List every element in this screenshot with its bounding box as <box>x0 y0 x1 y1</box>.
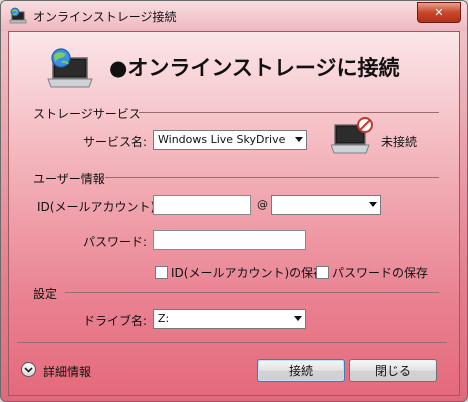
details-label[interactable]: 詳細情報 <box>43 363 91 380</box>
save-password-label[interactable]: パスワードの保存 <box>332 264 428 281</box>
save-id-label[interactable]: ID(メールアカウント)の保存 <box>171 264 325 281</box>
drive-name-select[interactable]: Z: <box>153 309 306 329</box>
drive-name-label: ドライブ名: <box>83 314 148 328</box>
window-title: オンラインストレージ接続 <box>33 10 177 24</box>
chevron-down-icon <box>369 202 377 207</box>
footer-divider <box>17 342 447 343</box>
chevron-down-icon <box>24 366 33 373</box>
service-name-label: サービス名: <box>83 135 148 149</box>
computer-disconnected-icon <box>331 117 373 154</box>
password-input[interactable] <box>153 230 306 250</box>
close-button[interactable]: 閉じる <box>349 359 437 382</box>
chevron-down-icon <box>295 137 303 142</box>
user-info-section-label: ユーザー情報 <box>33 172 105 186</box>
section-divider <box>105 177 439 178</box>
connect-button[interactable]: 接続 <box>257 359 345 382</box>
mail-domain-select[interactable] <box>271 195 381 215</box>
section-divider <box>65 292 439 293</box>
service-name-select[interactable]: Windows Live SkyDrive <box>153 130 307 150</box>
close-icon: ✕ <box>434 6 444 19</box>
computer-globe-icon <box>47 48 93 88</box>
drive-name-value: Z: <box>158 312 170 325</box>
save-password-checkbox[interactable] <box>316 266 329 279</box>
at-sign: @ <box>257 198 268 211</box>
details-expand-button[interactable] <box>21 362 36 377</box>
close-window-button[interactable]: ✕ <box>417 2 461 23</box>
settings-section-label: 設定 <box>33 287 58 301</box>
id-label: ID(メールアカウント): <box>37 200 160 214</box>
dialog-content: ●オンラインストレージに接続 ストレージサービス サービス名: Windows … <box>8 31 460 396</box>
save-id-checkbox[interactable] <box>155 266 168 279</box>
password-label: パスワード: <box>83 235 148 249</box>
storage-service-section-label: ストレージサービス <box>33 107 141 121</box>
dialog-window: オンラインストレージ接続 ✕ ●オンラインストレージに接続 ストレージサービス … <box>0 0 468 402</box>
chevron-down-icon <box>294 316 302 321</box>
computer-globe-icon <box>9 7 27 24</box>
id-input[interactable] <box>153 195 251 215</box>
connection-status-text: 未接続 <box>381 135 418 149</box>
title-bar[interactable]: オンラインストレージ接続 ✕ <box>1 1 467 31</box>
page-title: ●オンラインストレージに接続 <box>109 56 400 80</box>
service-name-value: Windows Live SkyDrive <box>158 133 286 146</box>
section-divider <box>139 112 439 113</box>
